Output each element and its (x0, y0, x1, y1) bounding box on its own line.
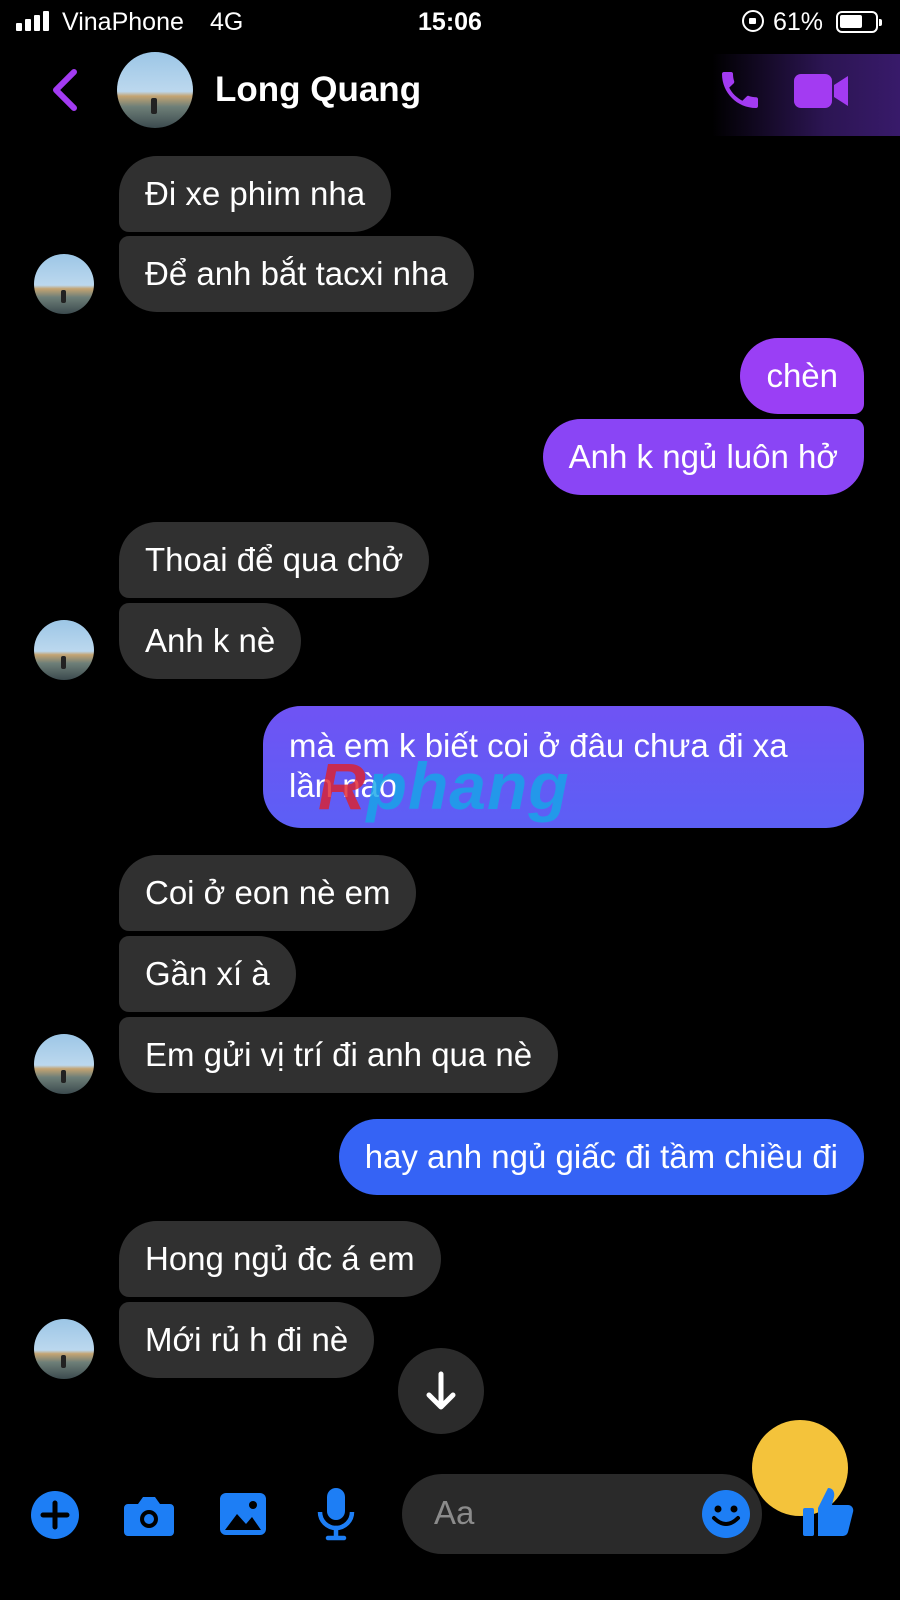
emoji-icon[interactable] (700, 1488, 752, 1545)
back-chevron-icon[interactable] (44, 66, 88, 114)
sender-avatar (34, 254, 94, 314)
phone-icon[interactable] (716, 66, 764, 114)
contact-avatar[interactable] (117, 52, 193, 128)
outgoing-message[interactable]: hay anh ngủ giấc đi tầm chiều đi (338, 1119, 864, 1195)
watermark-initial: R (318, 749, 367, 823)
incoming-message[interactable]: Gần xí à (119, 936, 296, 1012)
outgoing-message[interactable]: chèn (740, 338, 864, 414)
contact-name[interactable]: Long Quang (215, 70, 421, 110)
incoming-message[interactable]: Thoai để qua chở (119, 522, 430, 598)
incoming-message[interactable]: Đi xe phim nha (119, 156, 392, 232)
status-bar: VinaPhone 4G 15:06 61% (0, 0, 900, 46)
sender-avatar (34, 1319, 94, 1379)
incoming-message[interactable]: Anh k nè (119, 603, 302, 679)
thumbs-up-icon[interactable] (800, 1484, 856, 1545)
outgoing-message[interactable]: Anh k ngủ luôn hở (542, 419, 864, 495)
video-camera-icon[interactable] (792, 70, 850, 112)
battery-percent: 61% (773, 8, 824, 36)
plus-icon[interactable] (30, 1490, 80, 1545)
sender-avatar (34, 620, 94, 680)
scroll-to-bottom-button[interactable] (398, 1348, 484, 1434)
rotation-lock-icon (742, 10, 764, 32)
sender-avatar (34, 1034, 94, 1094)
camera-icon[interactable] (122, 1490, 176, 1545)
incoming-message[interactable]: Em gửi vị trí đi anh qua nè (119, 1017, 559, 1093)
clock: 15:06 (418, 8, 482, 36)
watermark-text: phang (366, 749, 570, 823)
image-icon[interactable] (218, 1490, 268, 1545)
incoming-message[interactable]: Coi ở eon nè em (119, 855, 417, 931)
incoming-message[interactable]: Hong ngủ đc á em (119, 1221, 441, 1297)
incoming-message[interactable]: Mới rủ h đi nè (119, 1302, 375, 1378)
watermark-logo: Rphang (318, 748, 570, 824)
battery-icon (836, 11, 882, 33)
incoming-message[interactable]: Để anh bắt tacxi nha (119, 236, 474, 312)
arrow-down-icon (426, 1371, 456, 1410)
message-input-placeholder: Aa (434, 1494, 475, 1531)
microphone-icon[interactable] (316, 1486, 356, 1547)
